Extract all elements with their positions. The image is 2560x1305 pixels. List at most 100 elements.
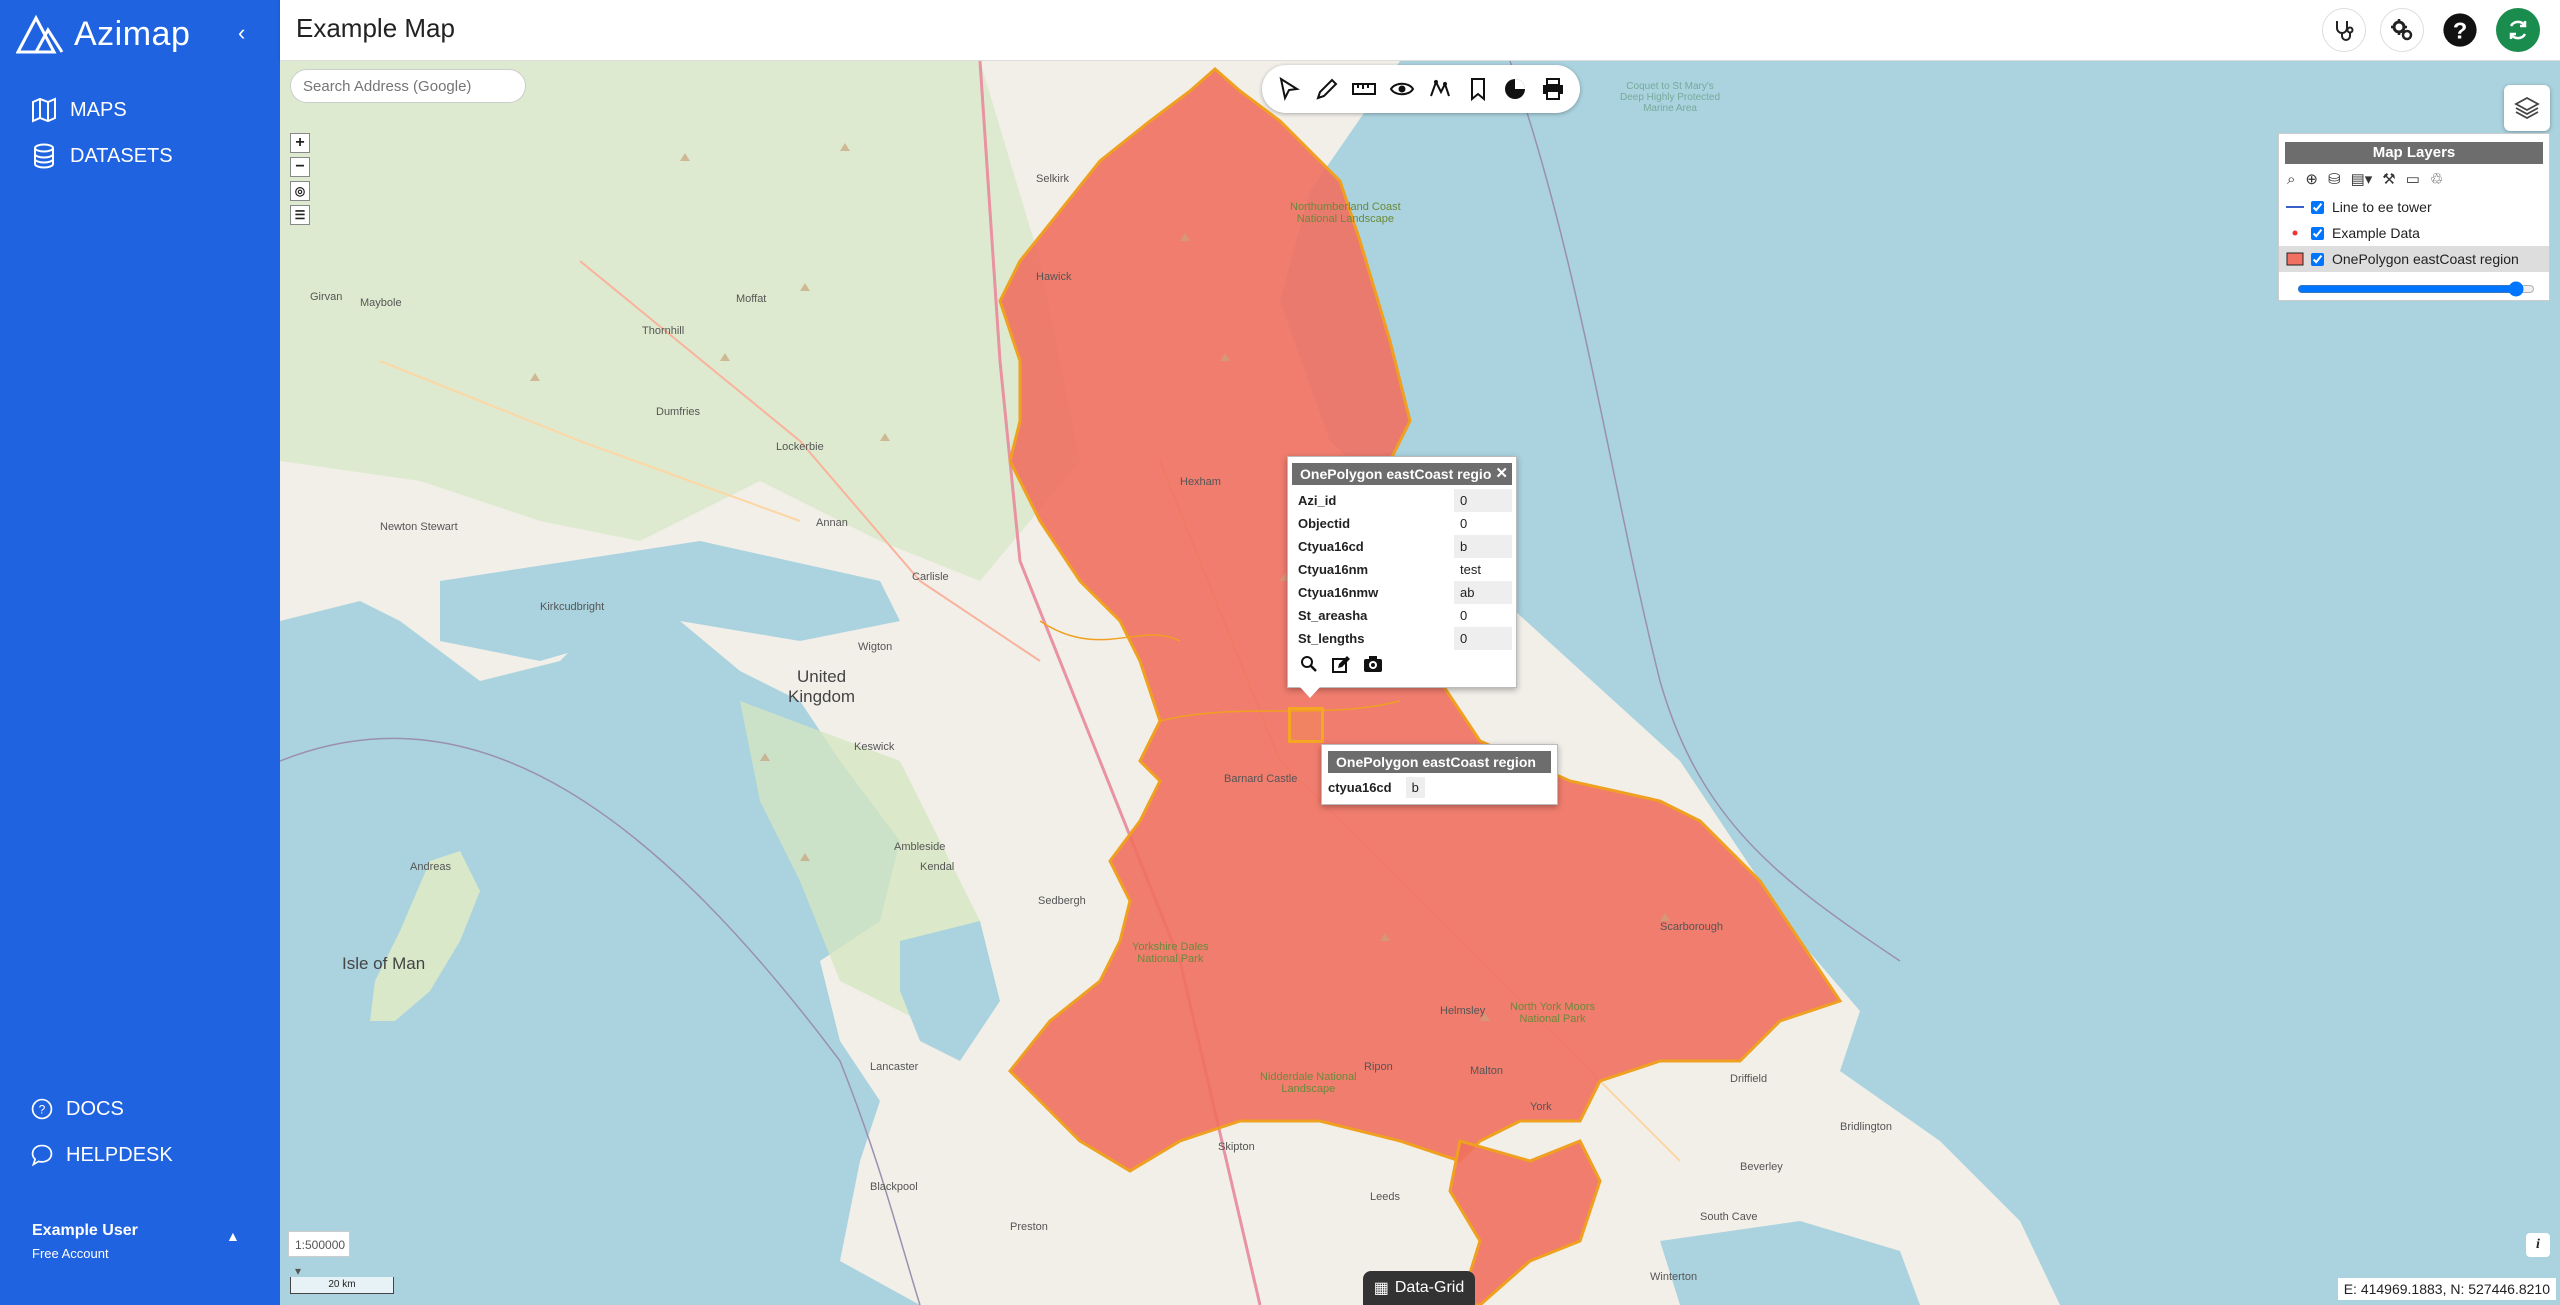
comment-icon[interactable]: ▭ [2406,170,2420,188]
place-label-ambleside: Ambleside [894,841,946,853]
help-button[interactable]: ? [2438,8,2482,52]
search-icon[interactable]: ⌕ [2287,171,2295,188]
visibility-eye-icon[interactable] [1386,73,1418,105]
hover-popup-title: OnePolygon eastCoast region [1328,751,1551,773]
feature-info-popup: OnePolygon eastCoast regio ✕ Azi_id 0 Obje… [1287,456,1517,698]
pie-chart-icon[interactable] [1499,73,1531,105]
database-icon[interactable]: ⛁ [2328,170,2341,188]
place-label-malton: Malton [1470,1065,1504,1077]
point-symbol-icon [2285,224,2305,242]
print-icon[interactable] [1537,73,1569,105]
layer-visibility-checkbox[interactable] [2311,200,2324,214]
attribute-row: Ctyua16nm test [1292,558,1512,581]
svg-text:?: ? [39,1102,46,1116]
place-label-south-cave: South Cave [1700,1211,1758,1223]
popup-pointer [1300,687,1320,698]
place-label-barnard-castle: Barnard Castle [1224,773,1298,785]
edit-icon[interactable] [1330,654,1352,679]
layer-visibility-checkbox[interactable] [2311,226,2324,240]
add-layer-icon[interactable]: ⊕ [2305,170,2318,188]
user-plan: Free Account [32,1246,109,1261]
chevron-up-icon[interactable]: ▲ [226,1228,240,1244]
place-label-leeds: Leeds [1370,1191,1400,1203]
place-label-isle-of-man: Isle of Man [342,954,426,973]
globe-icon[interactable]: ◎ [290,181,310,201]
hover-popup-key: ctyua16cd [1328,780,1392,795]
collapse-sidebar-icon[interactable]: ‹ [238,20,245,46]
user-name: Example User [32,1222,138,1239]
attribute-value: test [1460,562,1482,577]
sidebar-item-helpdesk[interactable]: HELPDESK [30,1143,173,1167]
zoom-in-icon[interactable]: + [290,133,310,153]
question-icon: ? [2443,13,2477,47]
attribute-value: 0 [1460,608,1468,623]
place-label-keswick: Keswick [854,741,895,753]
settings-icon [2391,19,2413,41]
app-logo[interactable]: Azimap [16,14,190,54]
selected-feature-highlight [1288,707,1324,743]
azimap-logo-icon [16,14,64,54]
settings-button[interactable] [2380,8,2424,52]
attribute-key: St_areasha [1298,608,1368,623]
address-search-input[interactable] [290,69,526,103]
layer-opacity-slider[interactable] [2297,281,2535,297]
user-account[interactable]: Example User Free Account [32,1222,138,1261]
sidebar-item-maps[interactable]: MAPS [30,96,127,124]
layer-row[interactable]: OnePolygon eastCoast region [2279,246,2549,272]
polygon-symbol-icon [2285,250,2305,268]
layer-row[interactable]: Line to ee tower [2279,194,2549,220]
attribute-value: 0 [1454,627,1512,650]
header: Example Map ? [280,0,2560,61]
map-toolbar [1262,65,1580,113]
scale-select[interactable]: 1:500000 ▾ [288,1231,350,1278]
zoom-to-feature-icon[interactable] [1298,654,1320,679]
attribute-key: Ctyua16nmw [1298,585,1379,600]
info-icon[interactable]: i [2526,1233,2550,1257]
select-arrow-icon[interactable] [1273,73,1305,105]
layer-name: Example Data [2332,225,2420,241]
layers-toggle-button[interactable] [2504,85,2550,131]
sidebar-item-docs[interactable]: ? DOCS [30,1097,124,1121]
line-symbol-icon [2285,198,2305,216]
place-label-moffat: Moffat [736,293,767,305]
place-label-sedbergh: Sedbergh [1038,895,1086,907]
place-label-yorkshire-dales: Yorkshire Dales National Park [1132,941,1209,965]
sidebar-item-datasets[interactable]: DATASETS [30,142,173,170]
map-canvas[interactable]: United Kingdom Isle of Man York Leeds Ca… [280,61,2560,1305]
place-label-helmsley: Helmsley [1440,1005,1486,1017]
attribute-row: Objectid 0 [1292,512,1512,535]
spatial-analysis-icon[interactable] [1424,73,1456,105]
coordinate-readout: E: 414969.1883, N: 527446.8210 [2337,1278,2556,1300]
data-grid-button[interactable]: ▦ Data-Grid [1363,1271,1475,1305]
grid-icon: ▦ [1373,1280,1389,1297]
place-label-winterton: Winterton [1650,1271,1698,1283]
folder-icon[interactable]: ▤▾ [2351,170,2373,188]
zoom-out-icon[interactable]: − [290,157,310,177]
place-label-kirkcudbright: Kirkcudbright [540,601,605,613]
measure-ruler-icon[interactable] [1348,73,1380,105]
draw-pen-icon[interactable] [1311,73,1343,105]
layer-row[interactable]: Example Data [2279,220,2549,246]
legend-list-icon[interactable]: ☰ [290,205,310,225]
camera-icon[interactable] [1362,654,1384,679]
chat-bubble-icon [31,1144,53,1167]
map-layers-title: Map Layers [2285,142,2543,164]
refresh-icon [2509,20,2527,40]
wrench-icon[interactable]: ⚒ [2382,170,2395,188]
close-icon[interactable]: ✕ [1495,463,1508,485]
attribute-key: Ctyua16nm [1298,562,1369,577]
refresh-button[interactable] [2496,8,2540,52]
sidebar-item-label: DOCS [66,1097,124,1120]
place-label-york: York [1530,1101,1552,1113]
trash-icon[interactable]: ♲ [2430,170,2443,188]
place-label-wigton: Wigton [858,641,893,653]
place-label-andreas: Andreas [410,861,451,873]
place-label-blackpool: Blackpool [870,1181,918,1193]
bookmark-icon[interactable] [1462,73,1494,105]
map-layers-panel: Map Layers ⌕ ⊕ ⛁ ▤▾ ⚒ ▭ ♲ Line to ee tow… [2278,133,2550,301]
attribute-table: Azi_id 0 Objectid 0 Ctyua16cd b Ctyua16nm test C… [1292,489,1512,650]
place-label-annan: Annan [816,517,848,529]
attribute-key: Objectid [1298,516,1351,531]
layer-visibility-checkbox[interactable] [2311,252,2324,266]
diagnostics-button[interactable] [2322,8,2366,52]
